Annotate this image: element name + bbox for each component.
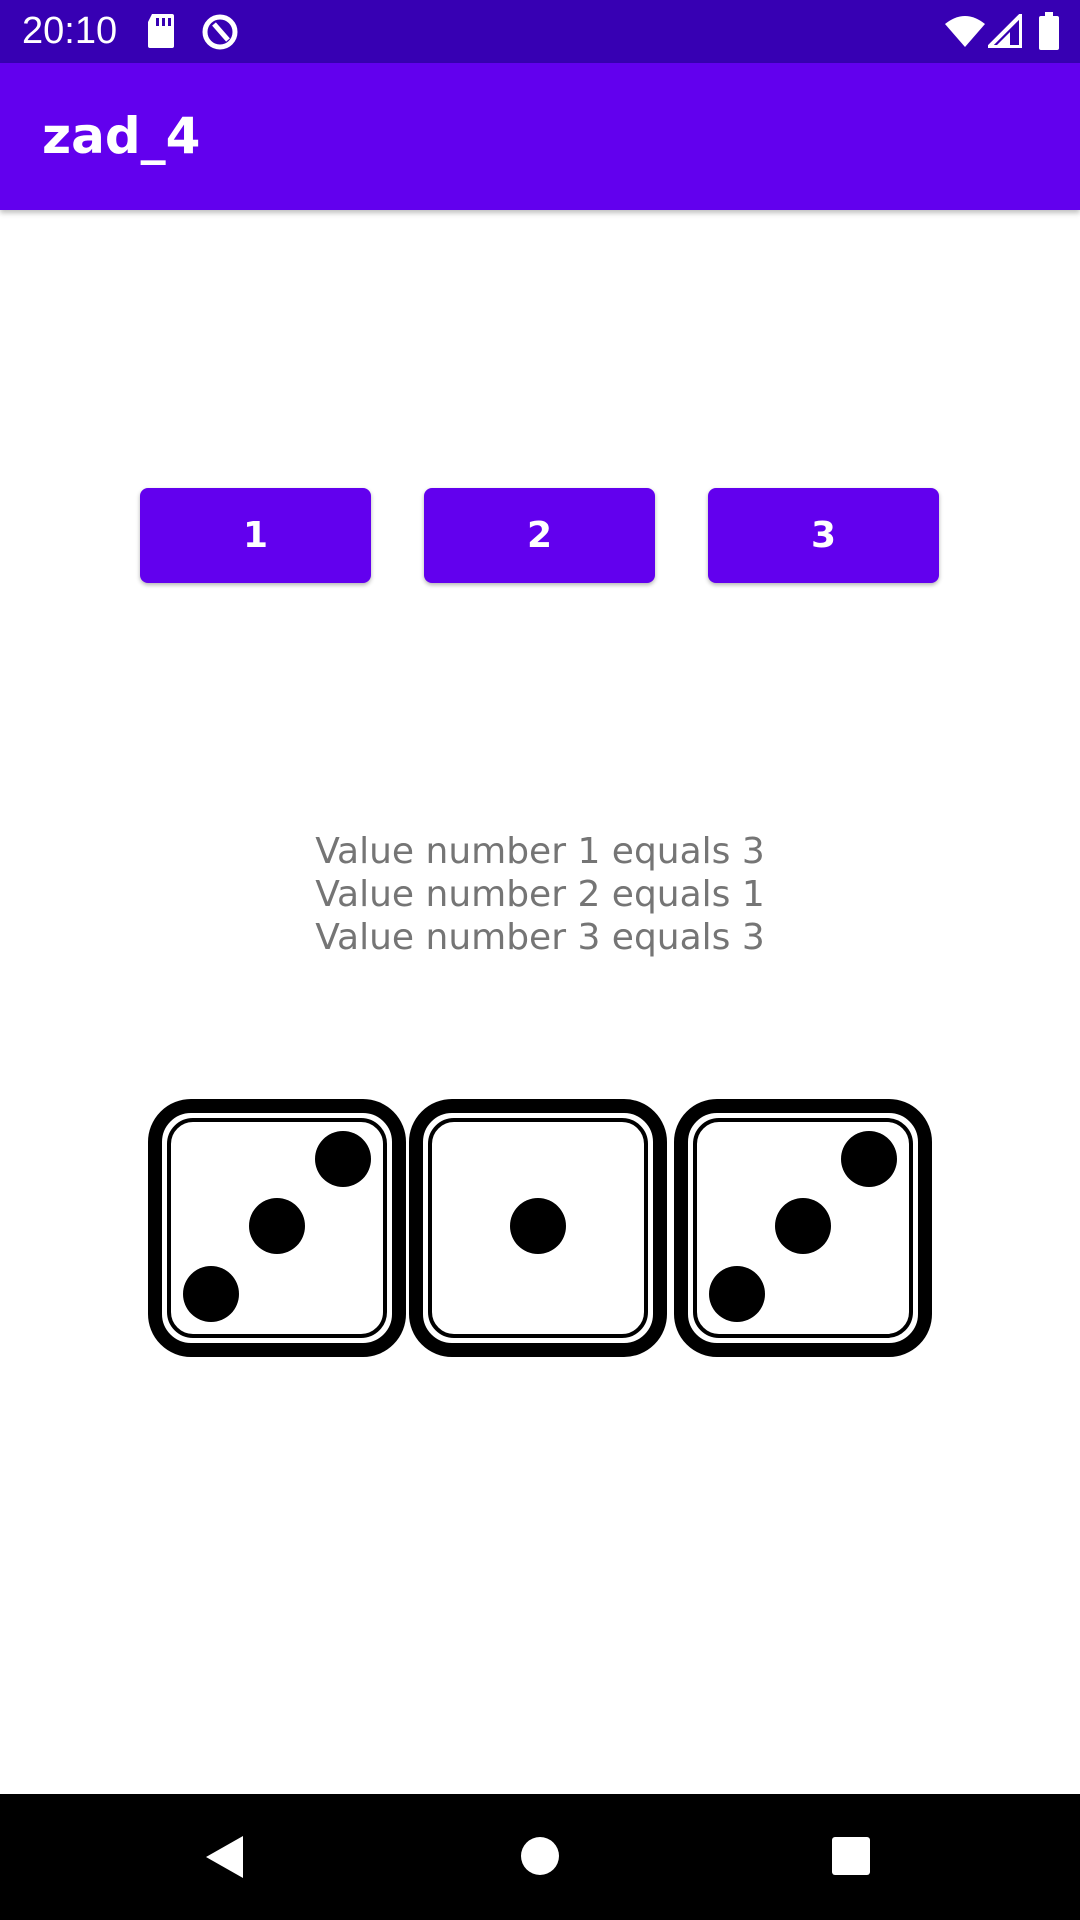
button-1[interactable]: 1 (140, 488, 371, 583)
die-face-three-icon (148, 1099, 406, 1357)
button-2[interactable]: 2 (424, 488, 655, 583)
home-icon[interactable] (519, 1835, 561, 1882)
sd-card-icon (146, 12, 176, 55)
recents-icon[interactable] (831, 1836, 871, 1881)
die-face-one-icon (409, 1099, 667, 1357)
app-bar: zad_4 (0, 63, 1080, 210)
value-line-1: Value number 1 equals 3 (315, 831, 765, 872)
die-face-three-icon (674, 1099, 932, 1357)
button-3[interactable]: 3 (708, 488, 939, 583)
app-title: zad_4 (42, 107, 201, 165)
values-text: Value number 1 equals 3 Value number 2 e… (0, 830, 1080, 959)
status-time: 20:10 (22, 10, 118, 52)
die-2 (408, 1098, 668, 1363)
nav-bar (0, 1794, 1080, 1920)
die-3 (673, 1098, 933, 1363)
battery-icon (1038, 12, 1060, 55)
die-1 (147, 1098, 407, 1363)
back-icon[interactable] (203, 1834, 245, 1885)
wifi-icon (944, 14, 986, 53)
value-line-3: Value number 3 equals 3 (315, 917, 765, 958)
value-line-2: Value number 2 equals 1 (315, 874, 765, 915)
signal-icon (984, 10, 1023, 53)
status-bar: 20:10 (0, 0, 1080, 63)
data-saver-icon (200, 12, 240, 57)
